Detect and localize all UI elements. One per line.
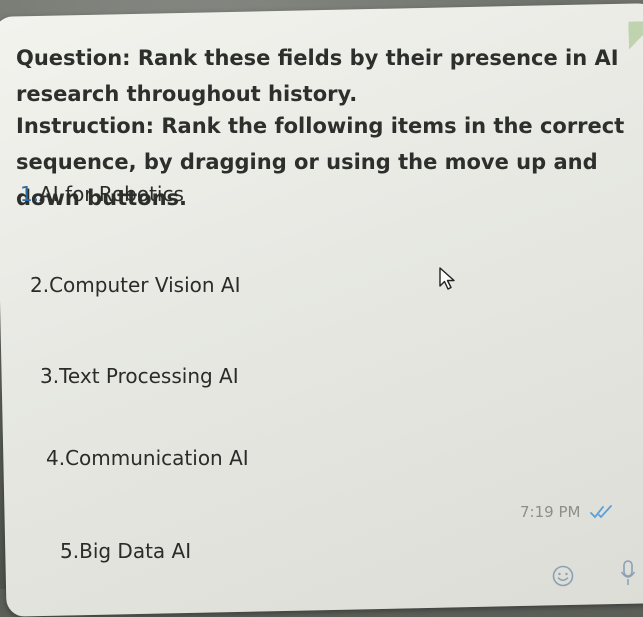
bubble-corner [628, 21, 643, 50]
rank-item-5[interactable]: 5. Big Data AI [60, 539, 191, 563]
rank-number: 5. [60, 539, 80, 563]
double-check-icon [590, 505, 613, 519]
question-text: Question: Rank these fields by their pre… [16, 46, 619, 106]
rank-label: AI for Robotics [39, 182, 184, 206]
rank-number: 2. [30, 273, 50, 297]
rank-label: Communication AI [65, 446, 249, 470]
rank-item-1[interactable]: 1. AI for Robotics [20, 182, 184, 206]
microphone-icon[interactable] [620, 560, 636, 586]
rank-label: Computer Vision AI [49, 273, 241, 297]
mouse-pointer-icon [439, 267, 455, 290]
rank-label: Text Processing AI [59, 364, 239, 388]
smiley-icon[interactable] [552, 565, 574, 587]
rank-item-3[interactable]: 3. Text Processing AI [40, 364, 239, 388]
rank-item-4[interactable]: 4. Communication AI [46, 446, 249, 470]
message-time: 7:19 PM [520, 503, 581, 521]
rank-label: Big Data AI [79, 539, 192, 563]
rank-number: 1. [20, 182, 40, 206]
rank-number: 4. [46, 446, 66, 470]
rank-item-2[interactable]: 2. Computer Vision AI [30, 273, 241, 297]
message-meta: 7:19 PM [520, 503, 616, 521]
rank-number: 3. [40, 364, 60, 388]
